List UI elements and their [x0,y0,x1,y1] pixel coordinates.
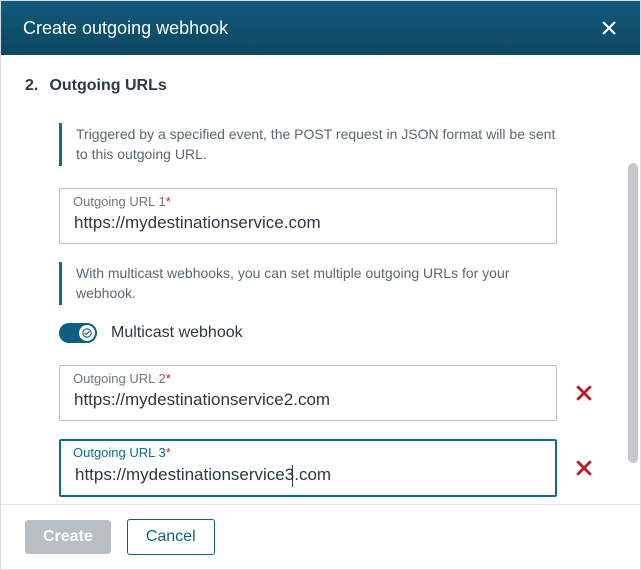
step-title: Outgoing URLs [49,77,166,94]
step-header: 2. Outgoing URLs [1,55,640,103]
modal-footer: Create Cancel [1,504,640,569]
toggle-knob [79,325,95,341]
info-note-trigger: Triggered by a specified event, the POST… [59,123,559,166]
close-icon[interactable] [596,15,622,41]
modal-title: Create outgoing webhook [23,18,228,39]
modal-dialog: Create outgoing webhook 2. Outgoing URLs… [0,0,641,570]
outgoing-url-3-input[interactable] [59,439,557,497]
multicast-label: Multicast webhook [111,324,243,342]
create-button[interactable]: Create [25,520,111,554]
outgoing-url-2-input[interactable] [59,365,557,421]
step-number: 2. [25,77,45,95]
content-area: Triggered by a specified event, the POST… [1,103,640,504]
outgoing-url-2-row: Outgoing URL 2* [59,365,582,421]
outgoing-url-2-field: Outgoing URL 2* [59,365,557,421]
multicast-toggle-row: Multicast webhook [59,323,582,343]
outgoing-url-1-input[interactable] [59,188,557,244]
modal-body: Triggered by a specified event, the POST… [1,103,640,504]
multicast-toggle[interactable] [59,323,97,343]
outgoing-url-3-row: Outgoing URL 3* [59,439,582,497]
cancel-button[interactable]: Cancel [127,519,215,555]
remove-icon[interactable] [575,382,593,404]
outgoing-url-3-field: Outgoing URL 3* [59,439,557,497]
remove-icon[interactable] [575,457,593,479]
text-caret [292,465,293,487]
scrollbar[interactable] [628,163,638,463]
info-note-multicast: With multicast webhooks, you can set mul… [59,262,559,305]
outgoing-url-1-field: Outgoing URL 1* [59,188,582,244]
modal-header: Create outgoing webhook [1,1,640,55]
